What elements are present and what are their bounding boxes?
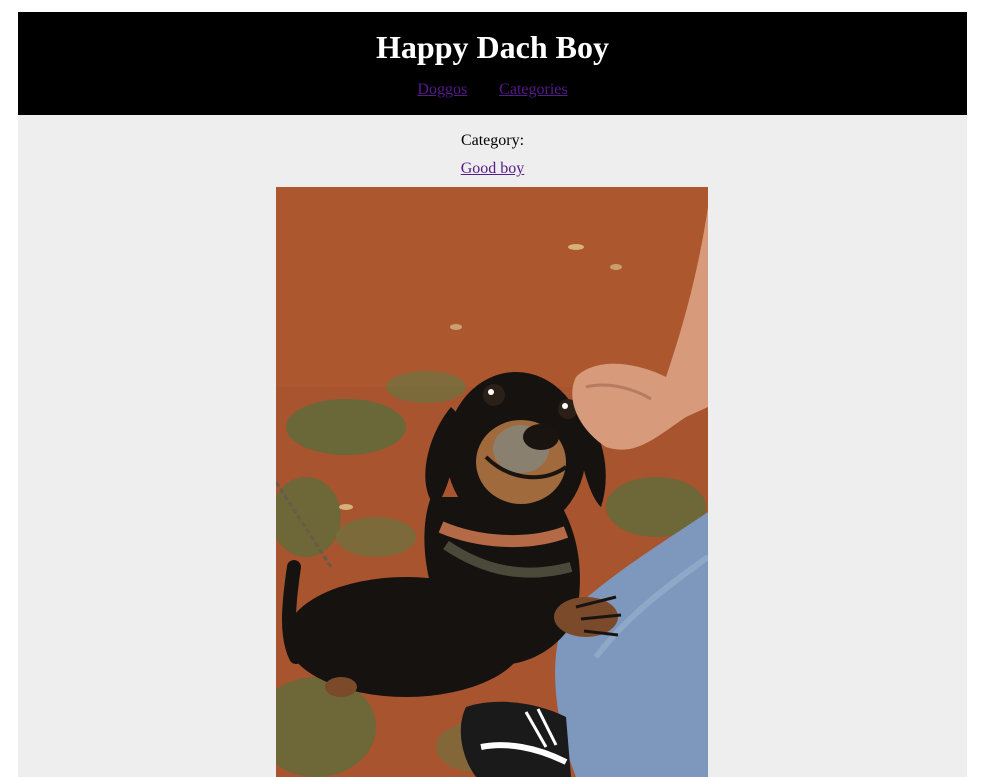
main-content: Category: Good boy	[18, 115, 967, 179]
site-header: Happy Dach Boy Doggos Categories	[18, 12, 967, 115]
nav-link-doggos[interactable]: Doggos	[417, 81, 467, 98]
dachshund-photo-illustration	[276, 187, 708, 777]
main-nav: Doggos Categories	[18, 80, 967, 100]
site-title: Happy Dach Boy	[376, 29, 609, 65]
category-label: Category:	[460, 132, 525, 149]
category-link-good-boy[interactable]: Good boy	[461, 160, 525, 177]
category-link-wrap: Good boy	[18, 151, 967, 179]
dachshund-photo	[276, 187, 708, 777]
nav-link-categories[interactable]: Categories	[499, 81, 567, 98]
page-container: Happy Dach Boy Doggos Categories Categor…	[18, 12, 967, 777]
